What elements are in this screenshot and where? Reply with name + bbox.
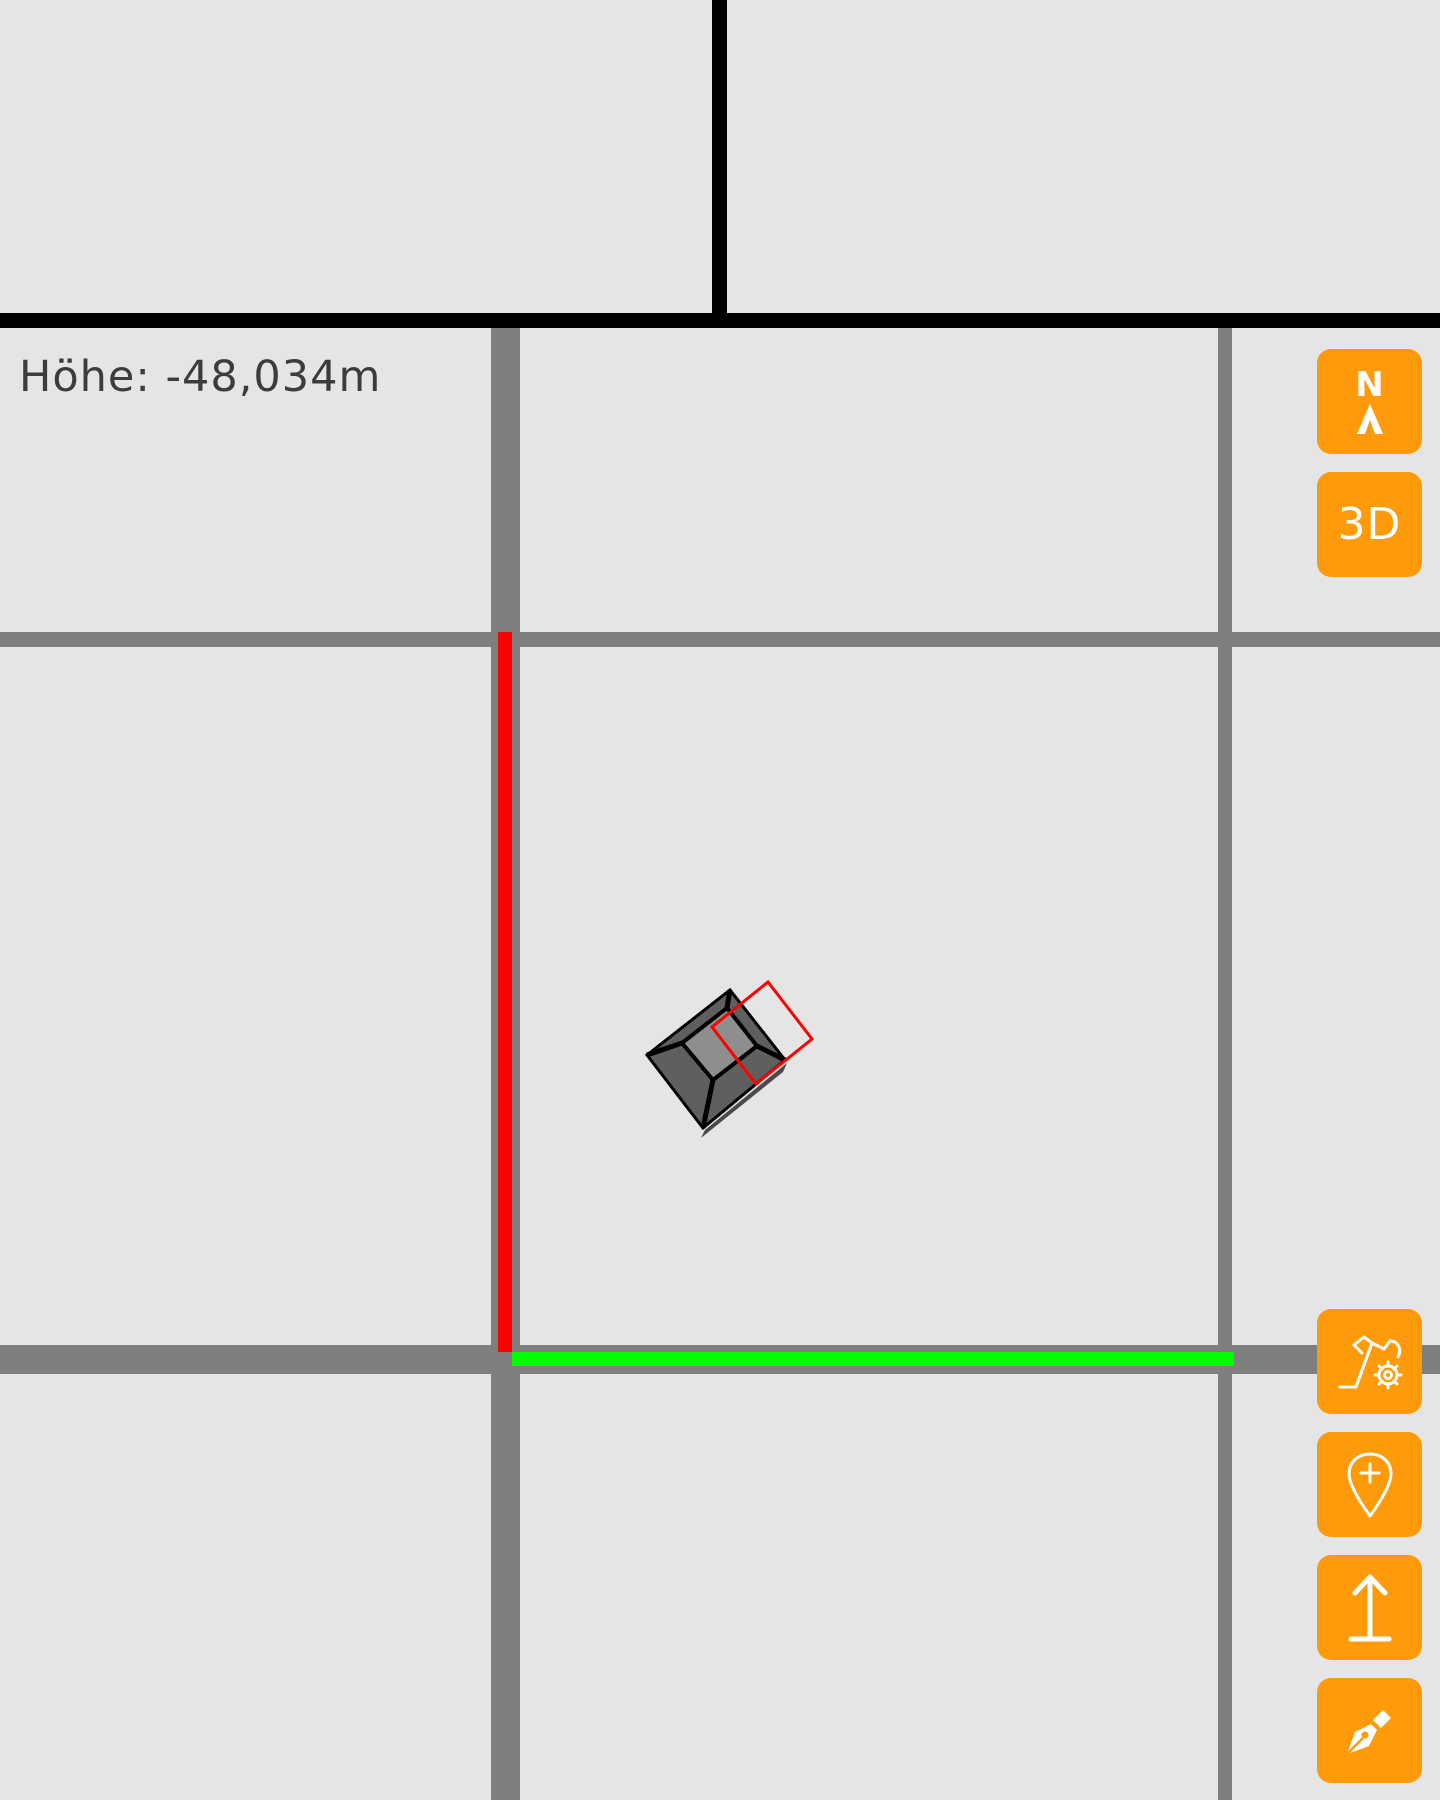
north-up-button[interactable]: N (1317, 349, 1422, 454)
height-readout: Höhe: -48,034m (19, 352, 381, 402)
grid-line-horizontal (0, 632, 1440, 647)
add-point-button[interactable] (1317, 1432, 1422, 1537)
axis-line-green (512, 1352, 1234, 1366)
axis-line-red (498, 632, 512, 1352)
north-arrow-icon (1356, 403, 1383, 434)
excavator-gear-icon (1338, 1335, 1402, 1389)
grid-line-vertical (1218, 328, 1232, 1800)
view-3d-label: 3D (1337, 499, 1402, 550)
machine-settings-button[interactable] (1317, 1309, 1422, 1414)
draw-button[interactable] (1317, 1678, 1422, 1783)
measure-height-button[interactable] (1317, 1555, 1422, 1660)
north-label: N (1355, 364, 1384, 405)
pen-nib-icon (1345, 1709, 1391, 1755)
panel-divider-vertical (712, 0, 727, 320)
map-pin-plus-icon (1347, 1452, 1392, 1517)
view-3d-button[interactable]: 3D (1317, 472, 1422, 577)
height-label: Höhe: (19, 352, 151, 402)
height-arrow-icon (1348, 1574, 1391, 1641)
height-value: -48,034m (165, 352, 382, 402)
map-canvas[interactable] (0, 0, 1440, 1800)
